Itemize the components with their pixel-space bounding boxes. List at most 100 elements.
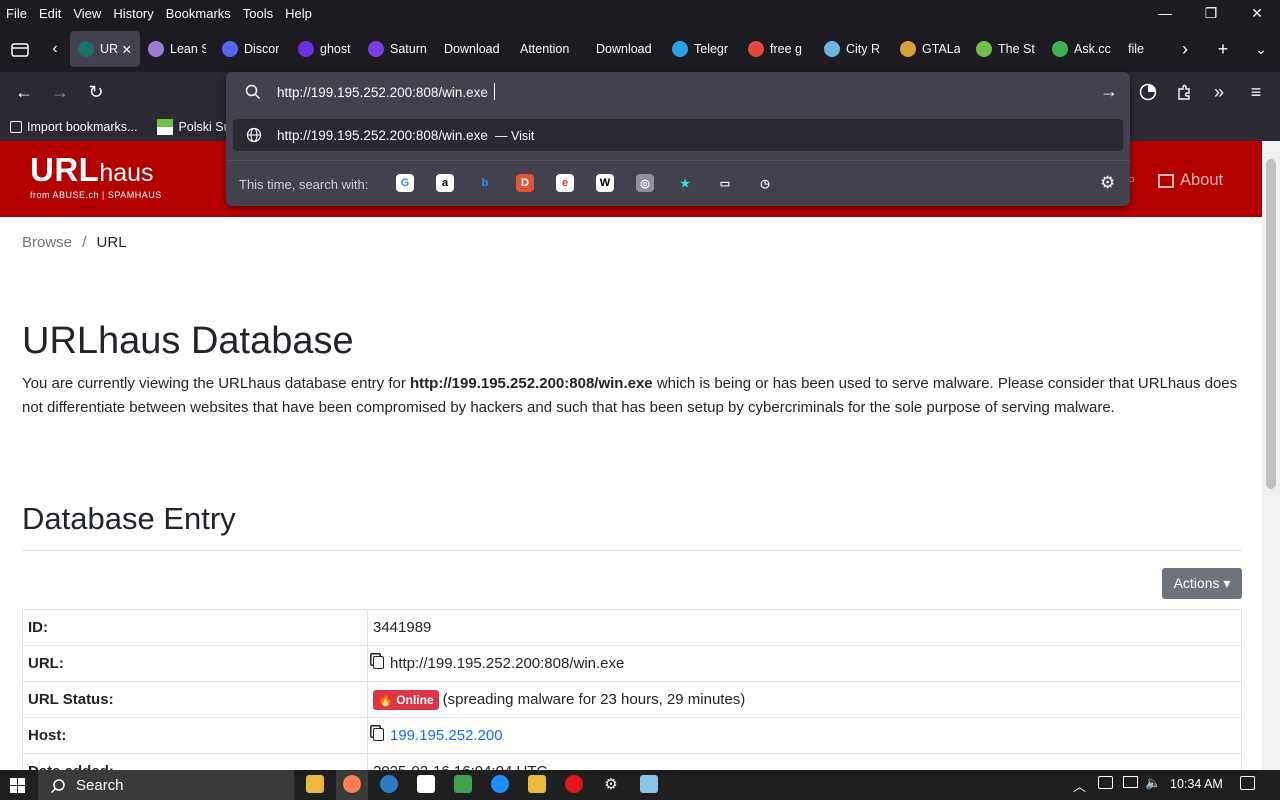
internet-explorer-icon[interactable]: [491, 775, 509, 793]
table-row: URL Status: 🔥 Online (spreading malware f…: [22, 681, 1242, 718]
address-bar[interactable]: http://199.195.252.200:808/win.exe →: [226, 72, 1130, 112]
browser-tab[interactable]: Discor: [214, 31, 290, 67]
back-button[interactable]: ←: [10, 78, 38, 106]
tab-bar: ‹ URl ✕ Lean S Discor ghost Saturn Download Att…: [0, 26, 1280, 72]
file-explorer-icon[interactable]: [306, 775, 324, 793]
tab-scroll-left-icon[interactable]: ‹: [40, 26, 70, 72]
search-with-label: This time, search with:: [239, 177, 369, 192]
section-title: Database Entry: [22, 501, 236, 536]
browser-tab[interactable]: The St: [968, 31, 1044, 67]
google-icon[interactable]: G: [396, 174, 414, 192]
menu-file[interactable]: File: [0, 6, 33, 21]
tray-app-icon[interactable]: [1098, 776, 1113, 789]
extensions-icon[interactable]: [1170, 78, 1198, 106]
browser-tab[interactable]: Attention: [512, 31, 588, 67]
firefox-view-icon[interactable]: [0, 26, 40, 72]
network-icon[interactable]: [1123, 776, 1138, 788]
scrollbar-thumb[interactable]: [1266, 159, 1276, 489]
tab-label: Lean S: [170, 42, 206, 56]
opera-icon[interactable]: [565, 775, 583, 793]
urlbar-dropdown: http://199.195.252.200:808/win.exe → htt…: [226, 72, 1130, 206]
urlhaus-logo[interactable]: URLhaus from ABUSE.ch | SPAMHAUS: [30, 151, 162, 200]
close-window-button[interactable]: ✕: [1234, 0, 1280, 26]
taskbar-clock[interactable]: 10:34 AM: [1170, 777, 1223, 791]
bing-icon[interactable]: b: [476, 174, 494, 192]
notifications-icon[interactable]: [1240, 776, 1255, 790]
app-icon[interactable]: [454, 775, 472, 793]
app-icon[interactable]: [417, 775, 435, 793]
restore-button[interactable]: ❐: [1188, 0, 1234, 26]
forward-button[interactable]: →: [46, 78, 74, 106]
menu-bookmarks[interactable]: Bookmarks: [160, 6, 237, 21]
host-link[interactable]: 199.195.252.200: [390, 727, 503, 744]
windows-start-icon[interactable]: [10, 778, 25, 793]
menu-history[interactable]: History: [107, 6, 159, 21]
menu-bar: File Edit View History Bookmarks Tools H…: [0, 0, 1280, 26]
browser-tab[interactable]: GTALa: [892, 31, 968, 67]
suggestion-action: — Visit: [495, 129, 535, 143]
tab-favicon-icon: [748, 41, 764, 57]
browser-tab[interactable]: URl ✕: [70, 31, 140, 67]
about-link[interactable]: About: [1158, 171, 1223, 190]
tab-close-icon[interactable]: ✕: [122, 42, 132, 57]
browser-tab[interactable]: free g: [740, 31, 816, 67]
app-icon[interactable]: [380, 775, 398, 793]
suggestion-row[interactable]: http://199.195.252.200:808/win.exe — Vis…: [233, 119, 1123, 151]
browser-tab[interactable]: Download: [436, 31, 512, 67]
actions-button[interactable]: Actions ▾: [1162, 568, 1242, 599]
menu-tools[interactable]: Tools: [237, 6, 279, 21]
minimize-button[interactable]: —: [1142, 0, 1188, 26]
browser-tab[interactable]: City R: [816, 31, 892, 67]
ebay-icon[interactable]: e: [556, 174, 574, 192]
menu-help[interactable]: Help: [279, 6, 318, 21]
search-settings-gear-icon[interactable]: ⚙: [1100, 173, 1115, 193]
browser-tab[interactable]: ghost: [290, 31, 360, 67]
status-badge: 🔥 Online: [373, 689, 439, 710]
search-engine-icon[interactable]: ◎: [636, 174, 654, 192]
bookmark-favicon-icon: [157, 118, 174, 135]
tab-favicon-icon: [1052, 41, 1068, 57]
browser-tab[interactable]: file: [1120, 31, 1160, 67]
page-scrollbar[interactable]: [1262, 141, 1280, 770]
tray-chevron-icon[interactable]: ︿: [1073, 776, 1086, 795]
copy-icon[interactable]: [373, 656, 384, 669]
go-arrow-icon[interactable]: →: [1100, 81, 1118, 102]
browser-tab[interactable]: Saturn: [360, 31, 436, 67]
wikipedia-icon[interactable]: W: [596, 174, 614, 192]
history-icon[interactable]: ◷: [756, 174, 774, 192]
menu-view[interactable]: View: [67, 6, 107, 21]
list-all-tabs-icon[interactable]: ⌄: [1242, 41, 1280, 58]
volume-muted-icon[interactable]: 🔈: [1145, 775, 1161, 791]
address-input[interactable]: http://199.195.252.200:808/win.exe: [277, 85, 488, 100]
browser-tab[interactable]: Lean S: [140, 31, 214, 67]
browser-tab[interactable]: Download: [588, 31, 664, 67]
settings-gear-icon[interactable]: ⚙: [602, 775, 620, 793]
breadcrumb: Browse / URL: [22, 234, 127, 251]
divider: [22, 550, 1242, 551]
downloads-icon[interactable]: [528, 775, 546, 793]
import-bookmarks-item[interactable]: Import bookmarks...: [0, 120, 147, 134]
menu-edit[interactable]: Edit: [33, 6, 67, 21]
tab-label: file: [1128, 42, 1144, 56]
vpn-icon[interactable]: [1134, 78, 1162, 106]
bookmarks-star-icon[interactable]: ★: [676, 174, 694, 192]
tab-scroll-right-icon[interactable]: ›: [1166, 39, 1204, 60]
duckduckgo-icon[interactable]: D: [516, 174, 534, 192]
browser-tab[interactable]: Ask.cc: [1044, 31, 1120, 67]
new-tab-button[interactable]: +: [1204, 39, 1242, 60]
more-tools-icon[interactable]: »: [1205, 78, 1233, 106]
copy-icon[interactable]: [373, 728, 384, 741]
search-icon: [245, 84, 261, 100]
reload-button[interactable]: ↻: [82, 78, 110, 106]
tabs-icon[interactable]: ▭: [716, 174, 734, 192]
intro-url: http://199.195.252.200:808/win.exe: [410, 375, 653, 392]
browser-tab[interactable]: Telegr: [664, 31, 740, 67]
app-menu-icon[interactable]: ≡: [1242, 78, 1270, 106]
tab-label: Attention: [520, 42, 570, 56]
tab-label: URl: [100, 42, 118, 56]
breadcrumb-browse[interactable]: Browse: [22, 234, 72, 251]
tab-label: The St: [998, 42, 1035, 56]
amazon-icon[interactable]: a: [436, 174, 454, 192]
taskbar-search[interactable]: Search: [38, 770, 294, 800]
notepad-icon[interactable]: [640, 775, 658, 793]
